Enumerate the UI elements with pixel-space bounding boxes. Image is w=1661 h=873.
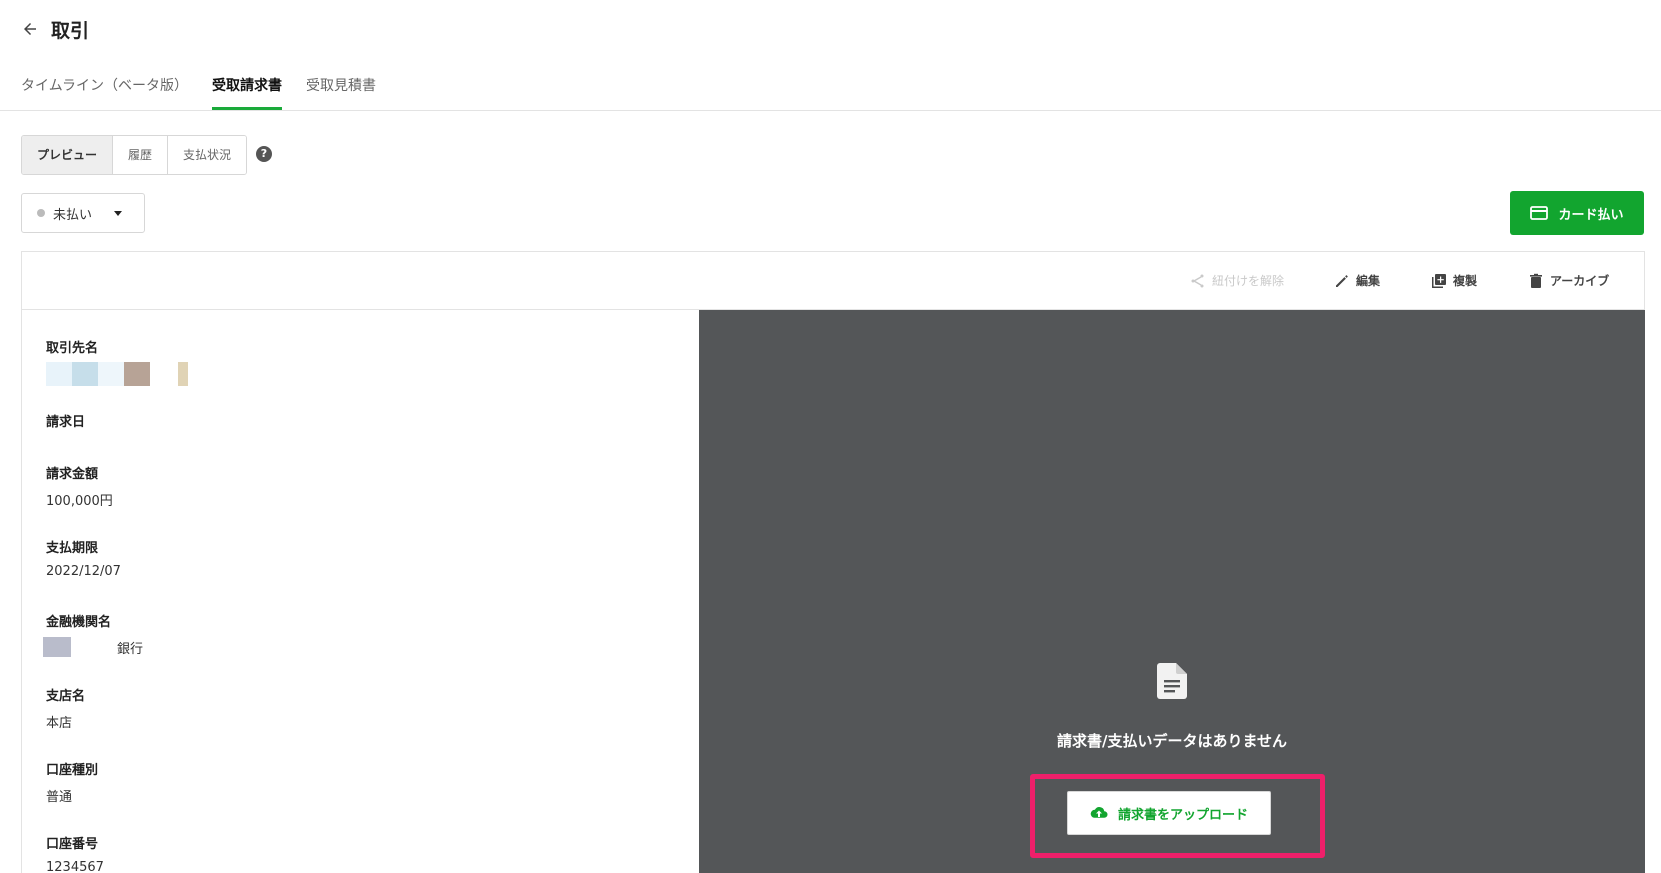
card-pay-label: カード払い [1558, 207, 1624, 223]
panel-toolbar: 紐付けを解除 編集 複製 アーカイブ [22, 252, 1644, 310]
field-account-number: 口座番号 1234567 [46, 833, 646, 873]
bank-label: 金融機関名 [46, 615, 112, 630]
page-title: 取引 [51, 19, 90, 42]
unlink-icon [1191, 274, 1204, 287]
edit-label: 編集 [1356, 274, 1381, 288]
duplicate-label: 複製 [1453, 274, 1478, 288]
caret-down-icon [114, 210, 123, 216]
amount-label: 請求金額 [46, 467, 99, 482]
duplicate-button[interactable]: 複製 [1431, 272, 1477, 289]
empty-message: 請求書/支払いデータはありません [1056, 732, 1288, 750]
field-account-type: 口座種別 普通 [46, 759, 646, 833]
archive-label: アーカイブ [1550, 274, 1610, 288]
account-number-label: 口座番号 [46, 837, 99, 852]
field-branch: 支店名 本店 [46, 685, 646, 759]
tab-received-invoices[interactable]: 受取請求書 [212, 70, 283, 110]
status-label: 未払い [53, 207, 93, 223]
detail-panel: 紐付けを解除 編集 複製 アーカイブ 取引先名 請求日 請求金額 100,000… [21, 251, 1645, 873]
field-amount: 請求金額 100,000円 [46, 463, 646, 537]
account-number-value: 1234567 [46, 860, 104, 873]
credit-card-icon [1530, 206, 1549, 220]
cloud-upload-icon [1090, 807, 1108, 818]
status-dot [37, 209, 45, 217]
page: 取引 タイムライン（ベータ版） 受取請求書 受取見積書 プレビュー 履歴 支払状… [0, 0, 1661, 873]
duplicate-icon [1432, 273, 1446, 288]
due-date-value: 2022/12/07 [46, 564, 121, 579]
upload-invoice-button[interactable]: 請求書をアップロード [1067, 791, 1271, 835]
bank-name-redacted [43, 637, 71, 657]
tabs-divider [0, 110, 1661, 111]
field-invoice-date: 請求日 [46, 411, 646, 463]
amount-value: 100,000円 [46, 494, 113, 509]
unlink-button[interactable]: 紐付けを解除 [1190, 272, 1284, 289]
segment-preview[interactable]: プレビュー [22, 136, 114, 174]
tab-received-quotes[interactable]: 受取見積書 [306, 70, 376, 110]
card-pay-button[interactable]: カード払い [1510, 191, 1644, 235]
help-icon[interactable]: ? [256, 146, 272, 162]
invoice-details: 取引先名 請求日 請求金額 100,000円 支払期限 2022/12/07 金… [43, 337, 646, 873]
payment-status-dropdown[interactable]: 未払い [21, 193, 145, 233]
field-bank: 金融機関名 銀行 [43, 611, 646, 685]
document-preview-area: 請求書/支払いデータはありません 請求書をアップロード [699, 310, 1645, 873]
archive-button[interactable]: アーカイブ [1528, 272, 1609, 289]
page-header: 取引 [21, 14, 89, 44]
tab-timeline[interactable]: タイムライン（ベータ版） [21, 70, 188, 110]
upload-label: 請求書をアップロード [1117, 807, 1248, 823]
tab-bar: タイムライン（ベータ版） 受取請求書 受取見積書 [21, 70, 400, 110]
branch-label: 支店名 [46, 689, 86, 704]
partner-name-redacted [46, 362, 646, 386]
segment-payment-status[interactable]: 支払状況 [168, 136, 247, 174]
partner-label: 取引先名 [46, 341, 99, 356]
bank-suffix: 銀行 [117, 641, 144, 657]
account-type-label: 口座種別 [46, 763, 99, 778]
trash-icon [1530, 273, 1542, 288]
invoice-date-value [46, 438, 646, 460]
edit-button[interactable]: 編集 [1334, 272, 1380, 289]
pencil-icon [1336, 274, 1348, 287]
unlink-label: 紐付けを解除 [1212, 274, 1285, 288]
back-arrow-icon[interactable] [21, 20, 39, 38]
bank-value: 銀行 [43, 636, 646, 658]
segment-history[interactable]: 履歴 [113, 136, 169, 174]
view-segmented-control: プレビュー 履歴 支払状況 [21, 135, 248, 175]
document-icon [1157, 663, 1187, 699]
field-partner: 取引先名 [46, 337, 646, 411]
field-due-date: 支払期限 2022/12/07 [46, 537, 646, 611]
account-type-value: 普通 [46, 790, 73, 805]
due-date-label: 支払期限 [46, 541, 99, 556]
branch-value: 本店 [46, 716, 73, 731]
invoice-date-label: 請求日 [46, 415, 86, 430]
